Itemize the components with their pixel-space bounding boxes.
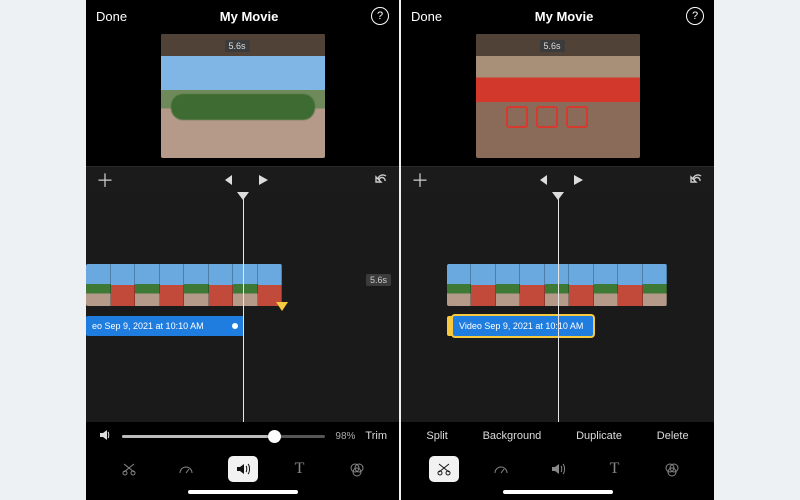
topbar: Done My Movie ? <box>401 0 714 32</box>
preview-thumbnail[interactable]: 5.6s <box>161 34 325 158</box>
video-clip[interactable] <box>86 264 282 306</box>
phone-right: Done My Movie ? 5.6s ＋ <box>401 0 714 500</box>
toolbar: T <box>401 450 714 488</box>
clip-duration-badge: 5.6s <box>366 274 391 286</box>
project-title: My Movie <box>127 9 371 24</box>
filters-tool[interactable] <box>342 456 372 482</box>
help-button[interactable]: ? <box>686 7 704 25</box>
audio-tool[interactable] <box>228 456 258 482</box>
speed-tool[interactable] <box>486 456 516 482</box>
home-indicator[interactable] <box>401 488 714 500</box>
background-button[interactable]: Background <box>483 430 542 442</box>
audio-clip-label: eo Sep 9, 2021 at 10:10 AM <box>92 321 204 331</box>
delete-button[interactable]: Delete <box>657 430 689 442</box>
trim-marker-icon[interactable] <box>276 302 288 311</box>
audio-clip[interactable]: Video Sep 9, 2021 at 10:10 AM <box>453 316 593 336</box>
add-media-button[interactable]: ＋ <box>96 167 114 193</box>
done-button[interactable]: Done <box>96 9 127 24</box>
duration-badge: 5.6s <box>225 40 250 52</box>
audio-tool[interactable] <box>543 456 573 482</box>
add-media-button[interactable]: ＋ <box>411 167 429 193</box>
scissors-tool[interactable] <box>114 456 144 482</box>
timeline[interactable]: 5.6s eo Sep 9, 2021 at 10:10 AM <box>86 192 399 422</box>
text-tool[interactable]: T <box>600 456 630 482</box>
preview-area: 5.6s <box>401 32 714 166</box>
topbar: Done My Movie ? <box>86 0 399 32</box>
transport-bar: ＋ <box>86 166 399 192</box>
transport-bar: ＋ <box>401 166 714 192</box>
text-tool[interactable]: T <box>285 456 315 482</box>
trim-button[interactable]: Trim <box>365 430 387 442</box>
playhead-marker-icon <box>237 192 249 200</box>
duration-badge: 5.6s <box>540 40 565 52</box>
preview-area: 5.6s <box>86 32 399 166</box>
playhead[interactable] <box>558 192 560 422</box>
playhead-marker-icon <box>552 192 564 200</box>
volume-keyframe-icon[interactable] <box>232 323 238 329</box>
playhead[interactable] <box>243 192 245 422</box>
split-button[interactable]: Split <box>426 430 447 442</box>
done-button[interactable]: Done <box>411 9 442 24</box>
play-button[interactable] <box>571 173 585 187</box>
phone-left: Done My Movie ? 5.6s ＋ <box>86 0 399 500</box>
volume-slider[interactable] <box>122 435 325 438</box>
volume-row: 98% Trim <box>86 422 399 450</box>
speed-tool[interactable] <box>171 456 201 482</box>
volume-percent: 98% <box>335 431 355 442</box>
help-button[interactable]: ? <box>371 7 389 25</box>
project-title: My Movie <box>442 9 686 24</box>
audio-clip-label: Video Sep 9, 2021 at 10:10 AM <box>459 321 583 331</box>
speaker-icon[interactable] <box>98 428 112 445</box>
preview-thumbnail[interactable]: 5.6s <box>476 34 640 158</box>
toolbar: T <box>86 450 399 488</box>
duplicate-button[interactable]: Duplicate <box>576 430 622 442</box>
timeline[interactable]: Video Sep 9, 2021 at 10:10 AM <box>401 192 714 422</box>
undo-button[interactable] <box>690 173 704 187</box>
scissors-tool[interactable] <box>429 456 459 482</box>
action-row: Split Background Duplicate Delete <box>401 422 714 450</box>
audio-clip[interactable]: eo Sep 9, 2021 at 10:10 AM <box>86 316 244 336</box>
skip-back-button[interactable] <box>220 173 234 187</box>
home-indicator[interactable] <box>86 488 399 500</box>
volume-knob[interactable] <box>268 430 281 443</box>
play-button[interactable] <box>256 173 270 187</box>
undo-button[interactable] <box>375 173 389 187</box>
filters-tool[interactable] <box>657 456 687 482</box>
skip-back-button[interactable] <box>535 173 549 187</box>
